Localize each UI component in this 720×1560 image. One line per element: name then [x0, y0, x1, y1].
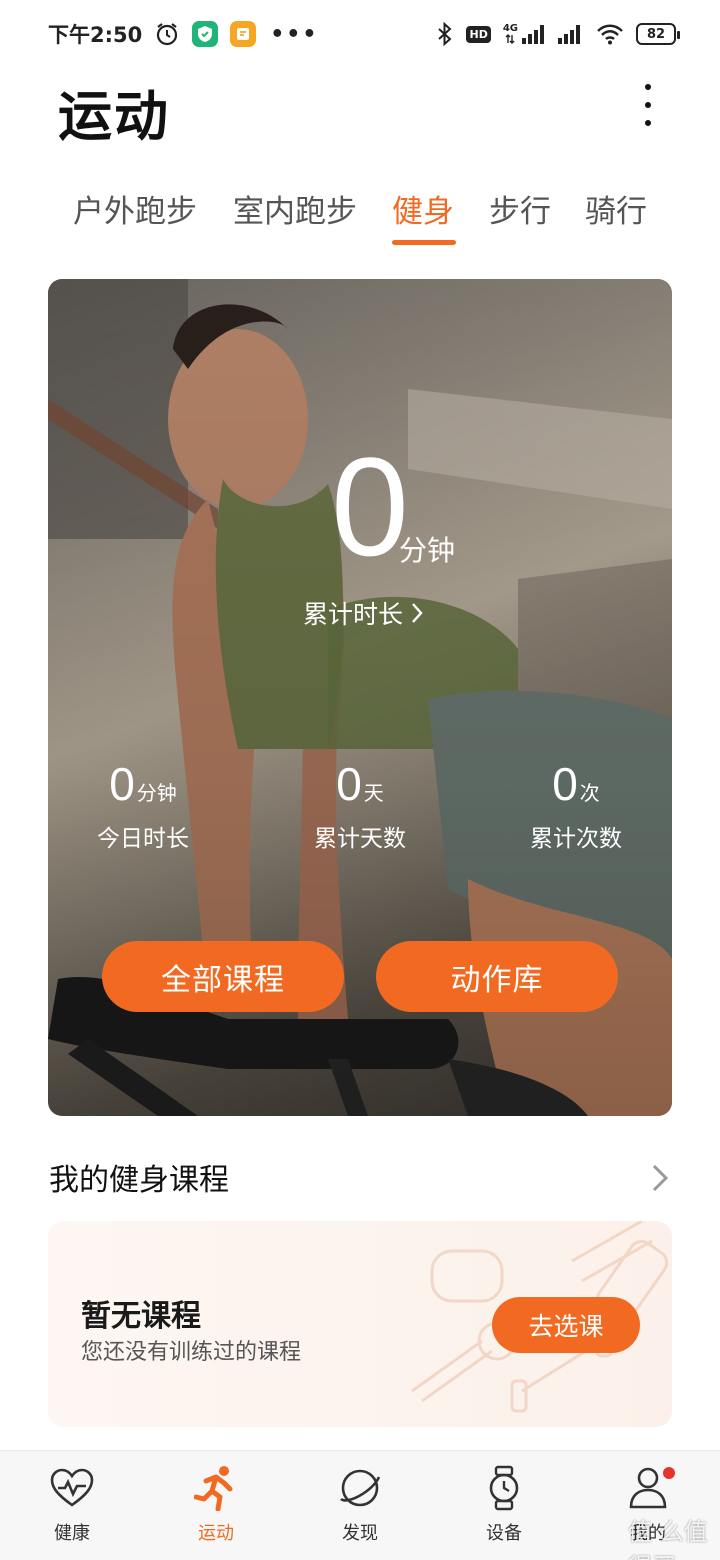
signal-icon [558, 24, 584, 44]
empty-courses-subtitle: 您还没有训练过的课程 [81, 1340, 302, 1365]
stat-total-days: 0 天 累计天数 [260, 759, 460, 853]
wifi-icon [596, 23, 624, 45]
tab-walk[interactable]: 步行 [489, 186, 551, 231]
status-time: 下午2:50 [48, 23, 143, 47]
stat-value: 0 [552, 758, 578, 810]
active-tab-indicator [392, 240, 456, 245]
nav-item-discover[interactable]: 发现 [305, 1465, 415, 1555]
nav-label: 运动 [198, 1523, 234, 1544]
bluetooth-icon [436, 22, 454, 46]
notes-app-icon [230, 21, 257, 47]
chevron-right-icon[interactable] [646, 1158, 674, 1198]
tab-outdoor-run[interactable]: 户外跑步 [73, 186, 197, 231]
my-courses-title[interactable]: 我的健身课程 [49, 1155, 229, 1199]
nav-label: 健康 [54, 1523, 90, 1544]
watch-icon [481, 1465, 527, 1511]
fitness-summary-card: 0 分钟 累计时长 0 分钟 今日时长 0 天 累计天数 0 次 累计次数 全部… [48, 279, 672, 1116]
stat-unit: 次 [579, 781, 600, 805]
nav-label: 设备 [486, 1523, 522, 1544]
empty-courses-card: 暂无课程 您还没有训练过的课程 去选课 [48, 1221, 672, 1427]
stat-unit: 天 [363, 781, 384, 805]
total-duration-value: 0 [331, 428, 409, 585]
more-vertical-icon[interactable] [630, 80, 666, 130]
stat-total-times: 0 次 累计次数 [476, 759, 672, 853]
stat-value: 0 [109, 758, 135, 810]
all-courses-button[interactable]: 全部课程 [102, 941, 344, 1012]
stat-value: 0 [336, 758, 362, 810]
stat-today-duration: 0 分钟 今日时长 [48, 759, 243, 853]
tab-cycling[interactable]: 骑行 [585, 186, 647, 231]
nav-item-exercise[interactable]: 运动 [161, 1465, 271, 1555]
notification-badge [663, 1467, 675, 1479]
action-library-button[interactable]: 动作库 [376, 941, 618, 1012]
nav-label: 发现 [342, 1523, 378, 1544]
more-dots-icon: ••• [270, 21, 319, 47]
planet-icon [337, 1465, 383, 1511]
network-type-label: 4G [502, 23, 518, 34]
choose-course-button[interactable]: 去选课 [492, 1297, 640, 1353]
stat-label: 今日时长 [97, 826, 189, 852]
nav-item-health[interactable]: 健康 [17, 1465, 127, 1555]
watermark: 值 么值得买 [628, 1518, 708, 1560]
tab-fitness[interactable]: 健身 [392, 186, 454, 231]
stat-unit: 分钟 [136, 781, 177, 805]
battery-icon: 82 [636, 23, 680, 45]
total-duration-label: 累计时长 [303, 600, 404, 629]
heart-pulse-icon [49, 1465, 95, 1511]
chevron-right-icon [412, 603, 423, 623]
stat-label: 累计次数 [530, 826, 622, 852]
running-icon [193, 1465, 239, 1511]
empty-courses-title: 暂无课程 [81, 1299, 201, 1334]
security-app-icon [192, 21, 219, 47]
battery-level: 82 [646, 26, 666, 42]
status-bar: 下午2:50 ••• HD 4G 82 [0, 0, 720, 68]
bottom-navigation: 健康 运动 发现 设备 我的 [0, 1450, 720, 1560]
sport-type-tabs: 户外跑步 室内跑步 健身 步行 骑行 [0, 186, 720, 246]
signal-icon: 4G [503, 24, 546, 44]
total-duration-link[interactable]: 累计时长 [303, 595, 423, 631]
total-duration-unit: 分钟 [399, 534, 456, 567]
alarm-icon [154, 21, 180, 47]
page-title: 运动 [58, 85, 170, 148]
stat-label: 累计天数 [314, 826, 406, 852]
nav-item-devices[interactable]: 设备 [449, 1465, 559, 1555]
tab-indoor-run[interactable]: 室内跑步 [233, 186, 357, 231]
hd-icon: HD [466, 25, 491, 43]
